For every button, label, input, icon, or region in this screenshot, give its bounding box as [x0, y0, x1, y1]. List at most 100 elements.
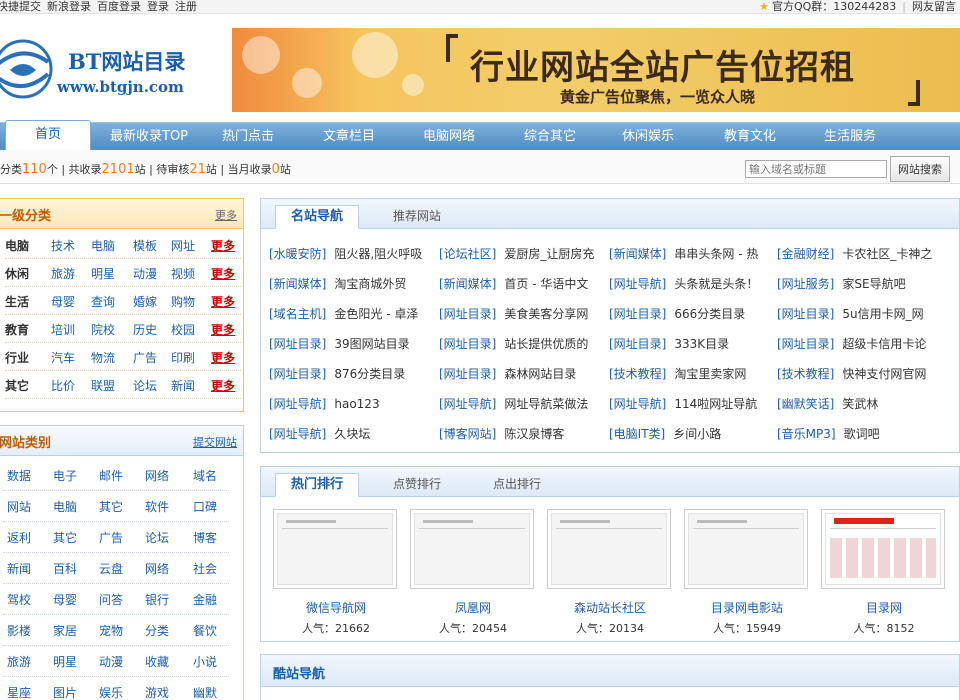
- site-category-tag[interactable]: [网址服务]: [777, 277, 834, 291]
- hot-site-name[interactable]: 凤凰网: [410, 599, 536, 616]
- category-link[interactable]: 视频: [171, 265, 195, 282]
- site-category-tag[interactable]: [网址目录]: [609, 337, 666, 351]
- site-title[interactable]: 金色阳光 - 卓泽: [334, 307, 418, 321]
- site-thumbnail[interactable]: [684, 509, 808, 589]
- site-type-link[interactable]: 旅游: [7, 653, 31, 670]
- site-type-link[interactable]: 社会: [193, 560, 217, 577]
- site-type-link[interactable]: 云盘: [99, 560, 123, 577]
- site-link[interactable]: [新闻媒体] 首页 - 华语中文: [439, 275, 605, 292]
- tab-recommended[interactable]: 推荐网站: [375, 205, 459, 229]
- site-type-link[interactable]: 其它: [53, 529, 77, 546]
- site-type-link[interactable]: 宠物: [99, 622, 123, 639]
- site-type-link[interactable]: 娱乐: [99, 684, 123, 700]
- search-button[interactable]: 网站搜索: [890, 156, 950, 182]
- category-name[interactable]: 行业: [5, 349, 29, 366]
- site-title[interactable]: 陈汉泉博客: [504, 427, 564, 441]
- category-link[interactable]: 联盟: [91, 377, 115, 394]
- hot-site-card[interactable]: 凤凰网 人气：20454: [410, 509, 536, 636]
- site-type-link[interactable]: 金融: [193, 591, 217, 608]
- site-category-tag[interactable]: [网址目录]: [609, 307, 666, 321]
- category-link[interactable]: 查询: [91, 293, 115, 310]
- nav-item-articles[interactable]: 文章栏目: [323, 123, 375, 151]
- category-link[interactable]: 模板: [133, 237, 157, 254]
- site-link[interactable]: [网址导航] 114啦网址导航: [609, 395, 775, 412]
- hot-site-card[interactable]: 森动站长社区 人气：20134: [547, 509, 673, 636]
- site-link[interactable]: [域名主机] 金色阳光 - 卓泽: [269, 305, 435, 322]
- site-title[interactable]: 头条就是头条！: [674, 277, 758, 291]
- site-type-link[interactable]: 新闻: [7, 560, 31, 577]
- site-link[interactable]: [网址目录] 超级卡信用卡论: [777, 335, 943, 352]
- row-more-link[interactable]: 更多: [211, 265, 235, 282]
- site-title[interactable]: 666分类目录: [674, 307, 745, 321]
- hot-site-card[interactable]: 目录网 人气：8152: [821, 509, 947, 636]
- site-type-link[interactable]: 广告: [99, 529, 123, 546]
- category-link[interactable]: 历史: [133, 321, 157, 338]
- site-type-link[interactable]: 明星: [53, 653, 77, 670]
- category-name[interactable]: 休闲: [5, 265, 29, 282]
- site-title[interactable]: 淘宝里卖家网: [674, 367, 746, 381]
- site-type-link[interactable]: 百科: [53, 560, 77, 577]
- site-category-tag[interactable]: [网址导航]: [609, 397, 666, 411]
- site-link[interactable]: [网址目录] 666分类目录: [609, 305, 775, 322]
- site-category-tag[interactable]: [网址目录]: [439, 367, 496, 381]
- site-title[interactable]: 卡农社区_卡神之: [842, 247, 932, 261]
- site-type-link[interactable]: 收藏: [145, 653, 169, 670]
- category-link[interactable]: 广告: [133, 349, 157, 366]
- site-type-link[interactable]: 网络: [145, 560, 169, 577]
- site-type-link[interactable]: 驾校: [7, 591, 31, 608]
- ad-banner[interactable]: 行业网站全站广告位招租 黄金广告位聚焦，一览众人晓: [232, 28, 960, 112]
- site-type-link[interactable]: 返利: [7, 529, 31, 546]
- site-category-tag[interactable]: [网址目录]: [439, 307, 496, 321]
- site-category-tag[interactable]: [网址导航]: [269, 427, 326, 441]
- site-category-tag[interactable]: [域名主机]: [269, 307, 326, 321]
- site-link[interactable]: [网址目录] 333K目录: [609, 335, 775, 352]
- site-title[interactable]: 876分类目录: [334, 367, 405, 381]
- site-type-link[interactable]: 网络: [145, 467, 169, 484]
- site-link[interactable]: [幽默笑话] 笑武林: [777, 395, 943, 412]
- site-type-link[interactable]: 其它: [99, 498, 123, 515]
- site-title[interactable]: 首页 - 华语中文: [504, 277, 588, 291]
- row-more-link[interactable]: 更多: [211, 377, 235, 394]
- row-more-link[interactable]: 更多: [211, 349, 235, 366]
- site-category-tag[interactable]: [网址导航]: [609, 277, 666, 291]
- nav-item-computer[interactable]: 电脑网络: [423, 123, 475, 151]
- site-category-tag[interactable]: [新闻媒体]: [609, 247, 666, 261]
- site-type-link[interactable]: 餐饮: [193, 622, 217, 639]
- site-title[interactable]: 39图网站目录: [334, 337, 409, 351]
- submit-site-link[interactable]: 提交网站: [193, 434, 237, 450]
- category-link[interactable]: 新闻: [171, 377, 195, 394]
- site-category-tag[interactable]: [金融财经]: [777, 247, 834, 261]
- site-category-tag[interactable]: [音乐MP3]: [777, 427, 836, 441]
- site-title[interactable]: 森林网站目录: [504, 367, 576, 381]
- site-title[interactable]: 淘宝商城外贸: [334, 277, 406, 291]
- baidu-login-link[interactable]: 百度登录: [97, 0, 141, 13]
- site-link[interactable]: [论坛社区] 爱厨房_让厨房充: [439, 245, 605, 262]
- site-link[interactable]: [博客网站] 陈汉泉博客: [439, 425, 605, 442]
- site-link[interactable]: [网址导航] 头条就是头条！: [609, 275, 775, 292]
- site-title[interactable]: 5u信用卡网_网: [842, 307, 923, 321]
- site-link[interactable]: [技术教程] 快神支付网官网: [777, 365, 943, 382]
- site-category-tag[interactable]: [电脑IT类]: [609, 427, 665, 441]
- site-link[interactable]: [新闻媒体] 串串头条网 - 热: [609, 245, 775, 262]
- tab-hot[interactable]: 热门排行: [275, 473, 359, 497]
- site-type-link[interactable]: 邮件: [99, 467, 123, 484]
- category-name[interactable]: 电脑: [5, 237, 29, 254]
- site-category-tag[interactable]: [技术教程]: [777, 367, 834, 381]
- site-category-tag[interactable]: [幽默笑话]: [777, 397, 834, 411]
- site-type-link[interactable]: 影楼: [7, 622, 31, 639]
- category-name[interactable]: 教育: [5, 321, 29, 338]
- nav-item-hot[interactable]: 热门点击: [222, 123, 274, 151]
- site-type-link[interactable]: 问答: [99, 591, 123, 608]
- site-category-tag[interactable]: [新闻媒体]: [269, 277, 326, 291]
- site-type-link[interactable]: 口碑: [193, 498, 217, 515]
- row-more-link[interactable]: 更多: [211, 293, 235, 310]
- site-link[interactable]: [技术教程] 淘宝里卖家网: [609, 365, 775, 382]
- category-link[interactable]: 印刷: [171, 349, 195, 366]
- site-type-link[interactable]: 动漫: [99, 653, 123, 670]
- site-category-tag[interactable]: [网址导航]: [269, 397, 326, 411]
- category-link[interactable]: 婚嫁: [133, 293, 157, 310]
- site-title[interactable]: 串串头条网 - 热: [674, 247, 758, 261]
- site-link[interactable]: [新闻媒体] 淘宝商城外贸: [269, 275, 435, 292]
- category-link[interactable]: 校园: [171, 321, 195, 338]
- site-thumbnail[interactable]: [273, 509, 397, 589]
